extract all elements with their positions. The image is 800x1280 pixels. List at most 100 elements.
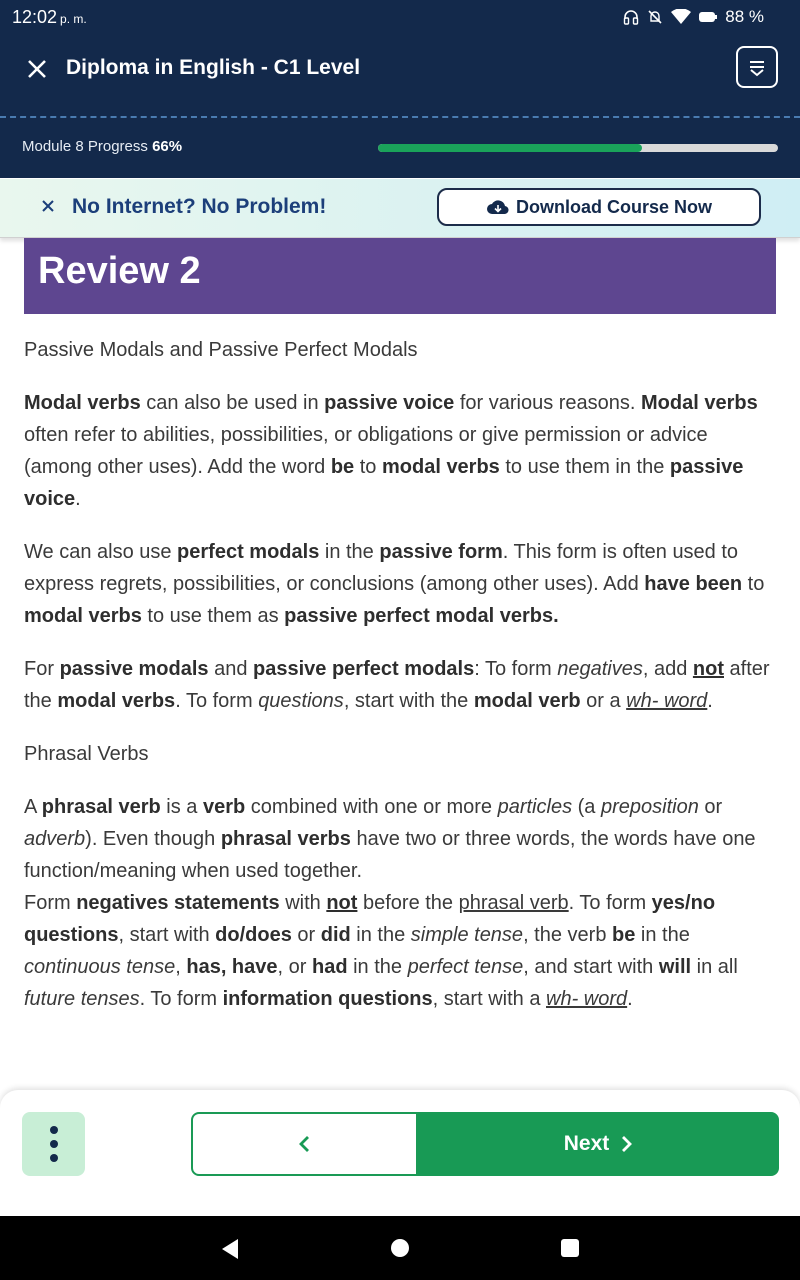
module-progress-bar [378,144,778,152]
banner-message: No Internet? No Problem! [72,195,327,218]
text-run: to [742,573,765,595]
next-button-label: Next [563,1132,610,1155]
lesson-navigation: Next [0,1090,800,1216]
text-run: not [326,892,358,914]
progress-label-text: Module 8 Progress [22,138,148,155]
status-time: 12:02 p. m. [12,7,87,28]
text-run: Modal verbs [24,392,141,414]
text-run: modal verbs [24,605,142,627]
text-run: , the verb [523,924,612,946]
text-run: modal verb [473,690,581,712]
text-run: or [698,796,723,818]
module-progress-label: Module 8 Progress 66% [22,138,182,155]
text-run: in the [319,541,380,563]
lesson-heading: Review 2 [38,250,201,292]
download-course-button[interactable]: Download Course Now [437,188,761,226]
text-run: in the [347,956,408,978]
text-run: had [311,956,348,978]
text-run: : To form [474,658,558,680]
text-run: will [658,956,692,978]
text-run: passive voice [324,392,455,414]
back-icon[interactable] [220,1238,240,1260]
previous-button[interactable] [191,1112,418,1176]
status-bar: 12:02 p. m. 88 % [0,0,800,36]
next-button[interactable]: Next [418,1112,779,1176]
text-run: . To form [175,690,259,712]
text-run: negatives statements [76,892,280,914]
recent-apps-icon[interactable] [561,1239,579,1257]
subheading-phrasal-verbs: Phrasal Verbs [24,743,149,765]
text-run: modal verbs [57,690,176,712]
text-run: in the [635,924,690,946]
battery-percent: 88 % [725,7,764,26]
lesson-content: Passive Modals and Passive Perfect Modal… [24,334,776,1036]
text-run: A [24,796,42,818]
text-run: for various reasons. [454,392,642,414]
app-header: Diploma in English - C1 Level Module 8 P… [0,36,800,178]
text-run: in all [691,956,738,978]
text-run: do/does [215,924,292,946]
text-run: , start with the [343,690,474,712]
progress-value: 66% [152,138,183,155]
download-button-label: Download Course Now [515,196,712,217]
course-title: Diploma in English - C1 Level [66,56,361,79]
text-run: simple tense [410,924,524,946]
text-run: not [692,658,724,680]
text-run: passive modals [59,658,209,680]
text-run: information questions [222,988,433,1010]
text-run: wh- word [626,690,708,712]
lesson-heading-block: Review 2 [24,238,776,314]
text-run: Form [24,892,77,914]
paragraph: Modal verbs can also be used in passive … [24,387,776,515]
headset-icon [624,10,639,25]
text-run: be [330,456,355,478]
more-dot-icon [49,1140,58,1148]
text-run: to [354,456,382,478]
text-run: preposition [600,796,699,818]
text-run: be [612,924,636,946]
more-dot-icon [49,1126,58,1134]
paragraph: For passive modals and passive perfect m… [24,653,776,717]
battery-icon [699,12,718,22]
header-divider [0,116,800,118]
text-run: , start with a [432,988,546,1010]
text-run: did [320,924,351,946]
close-icon[interactable] [26,58,48,80]
text-run: to use them as [141,605,285,627]
text-run: have been [644,573,743,595]
paragraph: We can also use perfect modals in the pa… [24,536,776,632]
text-run: with [279,892,327,914]
system-navigation-bar [0,1216,800,1280]
wifi-icon [671,9,692,24]
dismiss-banner-icon[interactable] [40,198,56,214]
text-run: . [75,488,81,510]
text-run: or [291,924,321,946]
text-run: negatives [557,658,643,680]
offline-banner: No Internet? No Problem! Download Course… [0,179,800,238]
menu-button[interactable] [736,46,778,88]
text-run: particles [497,796,573,818]
text-run: . To form [568,892,652,914]
text-run: , or [277,956,312,978]
more-options-button[interactable] [22,1112,85,1176]
text-run: in the [350,924,411,946]
text-run: , [175,956,187,978]
text-run: passive perfect modals [253,658,475,680]
text-run: , start with [118,924,216,946]
text-run: phrasal verbs [220,828,351,850]
text-run: phrasal verb [41,796,161,818]
text-run: For [24,658,60,680]
text-run: combined with one or more [245,796,498,818]
status-time-value: 12:02 [12,7,58,27]
menu-dropdown-icon [750,61,764,77]
subheading-passive-modals: Passive Modals and Passive Perfect Modal… [24,339,418,361]
text-run: Modal verbs [641,392,758,414]
more-dot-icon [49,1154,58,1162]
text-run: ). Even though [85,828,221,850]
prev-next-group: Next [191,1112,779,1176]
text-run: can also be used in [140,392,325,414]
cloud-download-icon [486,200,509,215]
text-run: and [208,658,254,680]
home-icon[interactable] [391,1239,409,1257]
text-run: . [627,988,633,1010]
